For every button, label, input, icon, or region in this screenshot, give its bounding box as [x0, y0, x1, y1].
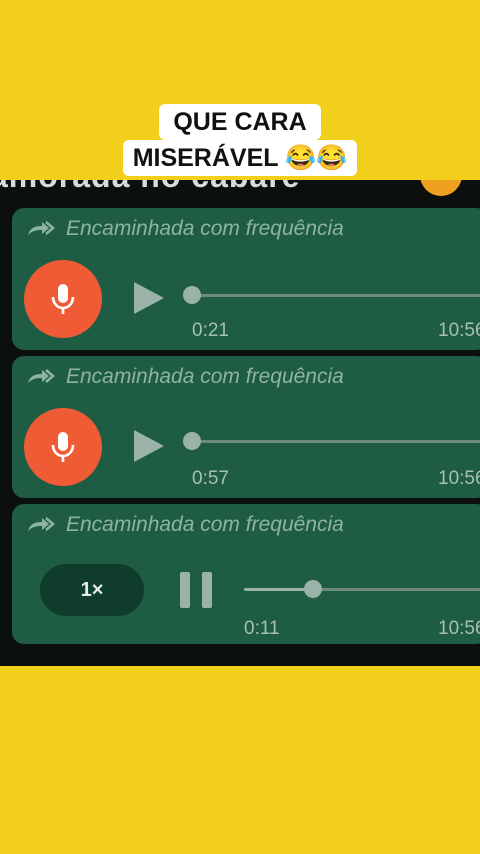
timestamp: 10:56 [438, 320, 480, 341]
caption-line-2: MISERÁVEL 😂😂 [0, 140, 480, 176]
forwarded-text: Encaminhada com frequência [66, 365, 344, 388]
voice-message-1[interactable]: Encaminhada com frequência 0:21 10:56 [12, 208, 480, 350]
timestamp: 10:56 [438, 468, 480, 489]
play-icon[interactable] [130, 280, 166, 316]
microphone-icon [51, 284, 75, 314]
progress-track[interactable] [192, 294, 480, 297]
forward-double-arrow-icon [28, 517, 55, 531]
progress-fill [244, 588, 313, 591]
progress-track[interactable] [244, 588, 480, 591]
duration-label: 0:21 [192, 320, 229, 341]
forward-double-arrow-icon [28, 369, 55, 383]
voice-message-3[interactable]: Encaminhada com frequência 1× 0:11 10:56 [12, 504, 480, 644]
chat-screenshot: amorada no cabaré Encaminhada com frequê… [0, 180, 480, 666]
pause-bar-left [180, 572, 190, 608]
forwarded-text: Encaminhada com frequência [66, 513, 344, 536]
progress-knob[interactable] [304, 580, 322, 598]
play-icon[interactable] [130, 428, 166, 464]
forward-double-arrow-icon [28, 221, 55, 235]
forwarded-label: Encaminhada com frequência [26, 364, 344, 390]
voice-message-2[interactable]: Encaminhada com frequência 0:57 10:56 [12, 356, 480, 498]
forwarded-label: Encaminhada com frequência [26, 216, 344, 242]
progress-knob[interactable] [183, 286, 201, 304]
microphone-icon [51, 432, 75, 462]
duration-label: 0:11 [244, 618, 280, 639]
pause-icon[interactable] [180, 572, 212, 608]
progress-track[interactable] [192, 440, 480, 443]
caption-text-2: MISERÁVEL 😂😂 [122, 140, 358, 176]
forwarded-text: Encaminhada com frequência [66, 217, 344, 240]
forwarded-label: Encaminhada com frequência [26, 512, 344, 538]
mic-avatar-button[interactable] [24, 260, 102, 338]
progress-knob[interactable] [183, 432, 201, 450]
caption-line-1: QUE CARA [0, 104, 480, 140]
mic-avatar-button[interactable] [24, 408, 102, 486]
pause-bar-right [202, 572, 212, 608]
timestamp: 10:56 [438, 618, 480, 639]
duration-label: 0:57 [192, 468, 229, 489]
caption-text-1: QUE CARA [159, 104, 321, 140]
playback-speed-button[interactable]: 1× [40, 564, 144, 616]
cut-off-chat-text: amorada no cabaré [0, 180, 480, 195]
